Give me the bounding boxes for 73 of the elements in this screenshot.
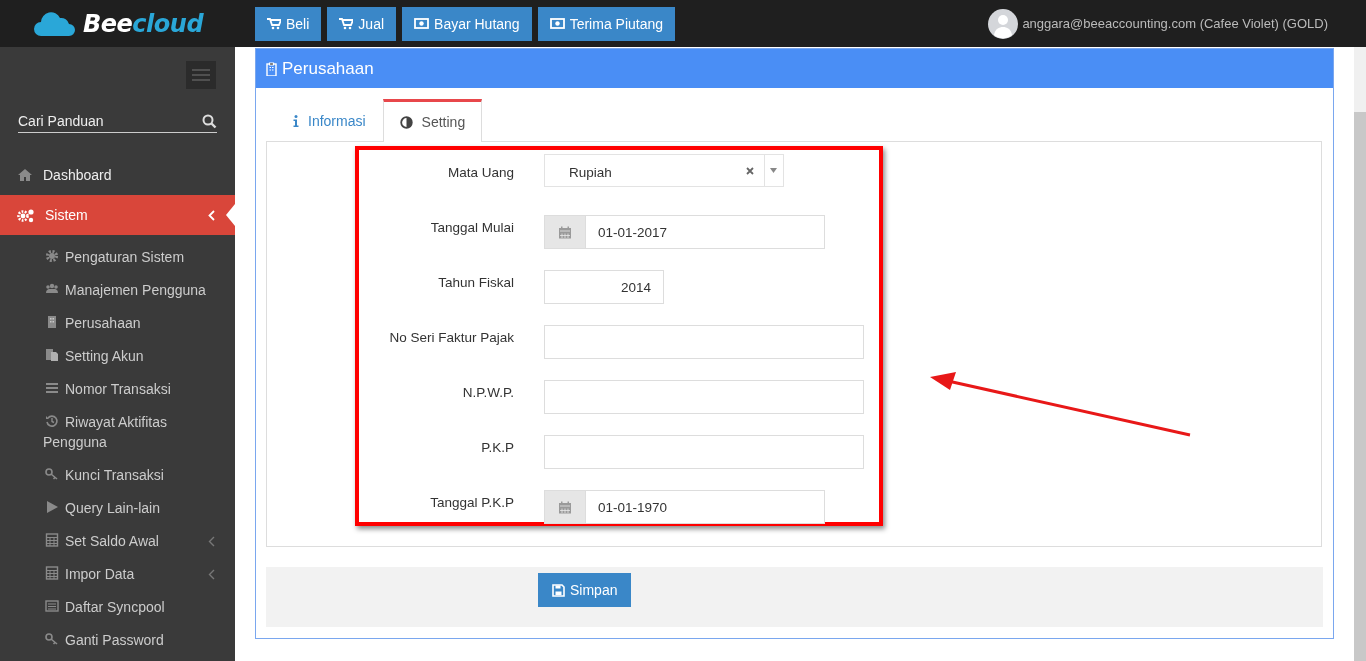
gear-icon [45, 249, 59, 263]
toolbar-button[interactable]: Jual [327, 6, 397, 41]
field-label: Tanggal Mulai [429, 219, 514, 235]
sidebar-item[interactable]: Dashboard [0, 155, 235, 195]
sidebar-item[interactable]: Sistem [0, 195, 235, 235]
history-icon [45, 414, 59, 428]
calendar-icon [558, 225, 572, 239]
toolbar-button[interactable]: Bayar Hutang [402, 6, 532, 41]
gears-icon [17, 207, 35, 223]
submenu-item[interactable]: Nomor Transaksi [0, 372, 235, 405]
building-icon [45, 315, 59, 329]
save-icon [552, 583, 565, 597]
tab[interactable]: Informasi [276, 99, 383, 142]
users-icon [45, 282, 59, 296]
cart-icon [267, 17, 281, 30]
submenu-item[interactable]: Manajemen Pengguna [0, 273, 235, 306]
cart-icon [339, 17, 354, 30]
key-icon [45, 632, 59, 646]
submenu-item[interactable]: Query Lain-lain [0, 491, 235, 524]
date-field[interactable]: 01-01-1970 [585, 490, 825, 524]
field-label: P.K.P [480, 439, 514, 455]
home-icon [17, 168, 33, 182]
logo-text: Beecloud [83, 9, 204, 38]
submenu-item[interactable]: Setting Akun [0, 339, 235, 372]
submenu-item[interactable]: Set Saldo Awal [0, 524, 235, 557]
card-icon [45, 599, 59, 613]
toolbar-button[interactable]: Terima Piutang [537, 6, 676, 41]
user-account-label[interactable]: anggara@beeaccounting.com (Cafee Violet) (GOLD) [1022, 16, 1328, 31]
save-button[interactable]: Simpan [538, 573, 632, 607]
field-label: No Seri Faktur Pajak [388, 329, 514, 345]
calendar-button[interactable] [544, 215, 585, 249]
toolbar-button[interactable]: Beli [255, 6, 322, 41]
money-icon [549, 18, 565, 29]
submenu-item[interactable]: Pengaturan Sistem [0, 240, 235, 273]
date-field[interactable]: 01-01-2017 [585, 215, 825, 249]
text-field[interactable] [544, 325, 864, 359]
submenu-item[interactable]: Riwayat Aktifitas Pengguna [0, 405, 235, 458]
play-icon [45, 500, 59, 514]
currency-select[interactable]: Rupiah [544, 154, 784, 187]
list-icon [45, 381, 59, 395]
menu-button[interactable] [186, 61, 216, 89]
search-icon [202, 113, 217, 129]
calculator-icon [45, 533, 59, 547]
scrollbar[interactable] [1354, 47, 1366, 661]
text-field[interactable] [544, 380, 864, 414]
calendar-icon [558, 500, 572, 514]
building-icon [266, 61, 277, 76]
documents-icon [45, 348, 59, 362]
caret-icon[interactable] [770, 168, 777, 173]
calendar-button[interactable] [544, 490, 585, 524]
clear-icon[interactable] [746, 166, 754, 175]
field-label: Tahun Fiskal [437, 274, 514, 290]
submenu-item[interactable]: Ganti Password [0, 623, 235, 656]
cloud-icon [33, 10, 77, 37]
field-label: N.P.W.P. [461, 384, 514, 400]
calculator-icon [45, 566, 59, 580]
tab[interactable]: Setting [382, 99, 483, 142]
text-field[interactable] [544, 435, 864, 469]
key-icon [45, 467, 59, 481]
avatar-icon [988, 8, 1019, 39]
submenu-item[interactable]: Daftar Syncpool [0, 590, 235, 623]
field-label: Tanggal P.K.P [429, 494, 514, 510]
menu-icon [192, 69, 210, 81]
submenu-item[interactable]: Kunci Transaksi [0, 458, 235, 491]
fiscal-year-field[interactable]: 2014 [544, 270, 664, 304]
panel-title: Perusahaan [282, 58, 374, 79]
info-icon [293, 115, 299, 127]
money-icon [414, 18, 430, 29]
contrast-icon [399, 115, 413, 129]
field-label: Mata Uang [446, 164, 514, 180]
submenu-item[interactable]: Perusahaan [0, 306, 235, 339]
search-field[interactable]: Cari Panduan [18, 113, 202, 129]
submenu-item[interactable]: Impor Data [0, 557, 235, 590]
